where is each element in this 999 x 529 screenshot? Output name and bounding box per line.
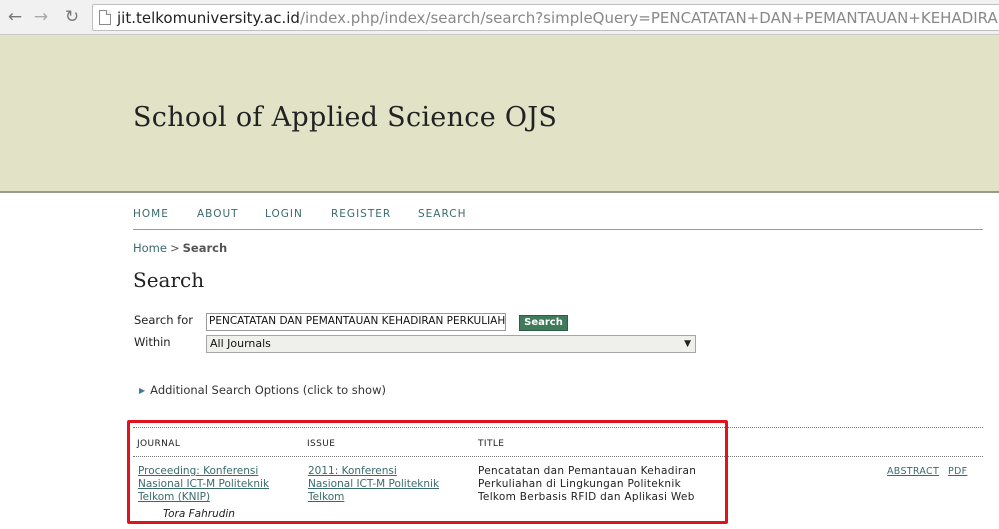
- search-for-label: Search for: [134, 313, 193, 327]
- additional-options-label: Additional Search Options (click to show…: [150, 383, 386, 397]
- search-button[interactable]: Search: [519, 315, 568, 331]
- expand-arrow-icon: ▶: [139, 386, 146, 395]
- breadcrumb: Home > Search: [133, 241, 227, 255]
- url-path: /index.php/index/search/search?simpleQue…: [299, 9, 999, 27]
- nav-login-link[interactable]: LOGIN: [265, 208, 303, 220]
- additional-options-toggle[interactable]: ▶ Additional Search Options (click to sho…: [139, 383, 386, 397]
- reload-icon[interactable]: ↻: [61, 6, 83, 28]
- browser-toolbar: ← → ↻ jit.telkomuniversity.ac.id/index.p…: [0, 0, 999, 35]
- within-journal-select[interactable]: All Journals ▼: [206, 335, 696, 353]
- address-bar[interactable]: jit.telkomuniversity.ac.id/index.php/ind…: [92, 4, 999, 31]
- dropdown-arrow-icon: ▼: [684, 339, 691, 349]
- main-navbar: HOME ABOUT LOGIN REGISTER SEARCH: [133, 207, 983, 230]
- highlight-box: [127, 420, 728, 524]
- forward-arrow-icon[interactable]: →: [30, 6, 52, 28]
- nav-register-link[interactable]: REGISTER: [331, 208, 391, 220]
- back-arrow-icon[interactable]: ←: [4, 6, 26, 28]
- page-icon: [99, 10, 111, 25]
- url-text[interactable]: jit.telkomuniversity.ac.id/index.php/ind…: [117, 9, 999, 27]
- pdf-link[interactable]: PDF: [948, 466, 967, 477]
- search-query-input[interactable]: PENCATATAN DAN PEMANTAUAN KEHADIRAN PERK…: [206, 313, 506, 331]
- nav-about-link[interactable]: ABOUT: [197, 208, 239, 220]
- breadcrumb-home-link[interactable]: Home: [133, 241, 167, 255]
- site-title: School of Applied Science OJS: [133, 102, 558, 133]
- site-header: School of Applied Science OJS: [0, 35, 999, 193]
- nav-home-link[interactable]: HOME: [133, 208, 169, 220]
- page-title: Search: [133, 268, 205, 292]
- nav-search-link[interactable]: SEARCH: [418, 208, 466, 220]
- within-select-value: All Journals: [210, 337, 271, 350]
- url-domain: jit.telkomuniversity.ac.id: [117, 9, 300, 27]
- breadcrumb-current[interactable]: Search: [183, 241, 228, 255]
- within-label: Within: [134, 335, 171, 349]
- abstract-link[interactable]: ABSTRACT: [887, 466, 939, 477]
- breadcrumb-separator: >: [169, 241, 180, 255]
